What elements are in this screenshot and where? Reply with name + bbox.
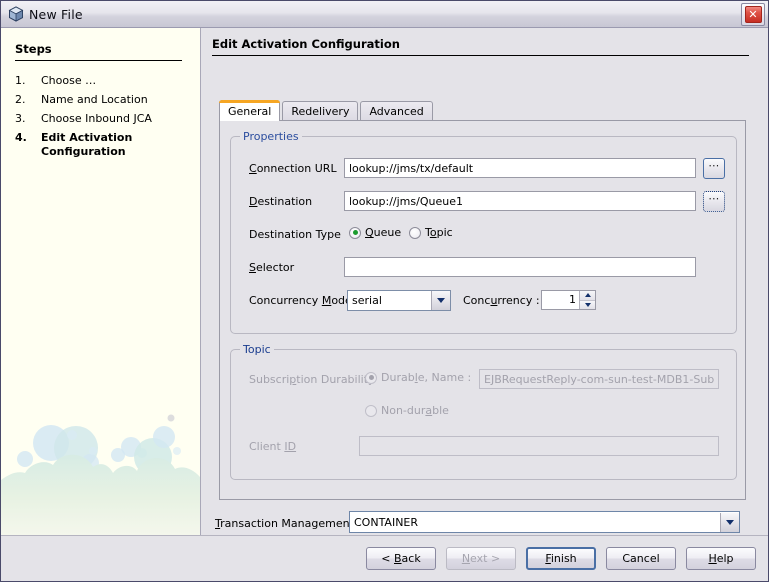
stepper-down-button[interactable] [580,300,595,309]
cancel-button[interactable]: Cancel [606,547,676,570]
next-button: Next > [446,547,516,570]
stepper-up-button[interactable] [580,291,595,301]
tab-strip: General Redelivery Advanced [219,100,749,121]
stepper-buttons [579,291,595,309]
properties-group: Properties Connection URL lookup://jms/t… [230,130,737,334]
step-label: Edit Activation Configuration [41,131,132,159]
steps-sidebar: Steps 1. Choose … 2. Name and Location 3… [1,28,201,535]
tab-redelivery[interactable]: Redelivery [282,101,359,121]
destination-browse-button[interactable]: ⋯ [703,191,725,212]
radio-icon [409,226,421,239]
transaction-management-value: CONTAINER [354,515,419,529]
tab-panel-general: Properties Connection URL lookup://jms/t… [219,120,746,500]
dialog-body: Steps 1. Choose … 2. Name and Location 3… [1,28,768,535]
selector-label: Selector [249,261,295,274]
destination-label: Destination [249,195,313,208]
caret-down-icon [584,302,591,307]
step-label-line2: Configuration [41,145,126,158]
step-number: 1. [15,74,26,87]
step-item-4[interactable]: 4. Edit Activation Configuration [15,131,200,159]
steps-heading: Steps [15,42,52,56]
step-label: Choose … [41,74,97,87]
step-item-3[interactable]: 3. Choose Inbound JCA [15,112,200,126]
concurrency-value: 1 [569,293,576,306]
topic-group: Topic Subscription Durability Durable, N… [230,343,737,480]
close-icon: ✕ [744,6,762,23]
tab-label: Advanced [369,105,424,118]
selector-input[interactable] [344,257,696,277]
help-button[interactable]: Help [686,547,756,570]
page-title-divider [212,55,749,56]
title-bar: New File ✕ [1,1,768,28]
tab-label: Redelivery [291,105,350,118]
close-button[interactable]: ✕ [741,3,765,26]
ellipsis-icon: ⋯ [708,192,720,205]
radio-label: Durable, Name : [381,371,472,384]
button-label: Next > [461,552,501,565]
connection-url-label: Connection URL [249,162,337,175]
tab-advanced[interactable]: Advanced [360,101,433,121]
concurrency-mode-label: Concurrency Mode [249,294,352,307]
page-title: Edit Activation Configuration [212,37,400,51]
topic-group-title: Topic [240,343,274,356]
destination-type-label: Destination Type [249,228,341,241]
step-label: Name and Location [41,93,148,106]
radio-destination-type-topic[interactable]: Topic [409,226,453,239]
client-id-label: Client ID [249,440,297,453]
radio-label: Topic [425,226,453,239]
subscription-durability-label: Subscription Durability [249,373,375,386]
step-label: Choose Inbound JCA [41,112,152,125]
button-label: Finish [545,552,577,565]
radio-durable: Durable, Name : [365,371,471,384]
connection-url-browse-button[interactable]: ⋯ [703,158,725,179]
dialog-button-bar: < Back Next > Finish Cancel Help [1,535,768,581]
connection-url-input[interactable]: lookup://jms/tx/default [344,158,696,178]
tab-label: General [228,104,272,118]
concurrency-stepper[interactable]: 1 [541,290,596,310]
caret-up-icon [584,293,591,298]
button-label: Help [708,552,734,565]
tab-general[interactable]: General [219,100,281,121]
step-item-2[interactable]: 2. Name and Location [15,93,200,107]
durable-name-input: EJBRequestReply-com-sun-test-MDB1-Sub [479,369,719,389]
step-number: 3. [15,112,26,125]
radio-label: Non-durable [381,404,449,417]
decorative-bubbles [1,414,200,535]
steps-divider [15,60,182,61]
ellipsis-icon: ⋯ [708,159,720,172]
cube-icon [8,6,24,22]
concurrency-mode-select[interactable]: serial [347,290,451,311]
transaction-management-label: Transaction Management: [215,517,358,530]
transaction-management-select[interactable]: CONTAINER [349,511,740,533]
destination-input[interactable]: lookup://jms/Queue1 [344,191,696,211]
chevron-down-icon [431,291,450,310]
radio-icon [365,404,377,417]
properties-group-title: Properties [240,130,302,143]
new-file-dialog: New File ✕ Steps 1. Choose … 2. Name and… [0,0,769,582]
step-item-1[interactable]: 1. Choose … [15,74,200,88]
concurrency-label: Concurrency : [463,294,540,307]
back-button[interactable]: < Back [366,547,436,570]
step-label-line1: Edit Activation [41,131,133,144]
finish-button[interactable]: Finish [526,547,596,570]
main-panel: Edit Activation Configuration General Re… [201,28,768,535]
radio-icon [365,371,377,384]
button-label: Cancel [622,552,660,565]
chevron-down-icon [720,512,739,532]
radio-non-durable: Non-durable [365,404,449,417]
concurrency-mode-value: serial [352,294,382,307]
step-number: 4. [15,131,27,144]
radio-label: Queue [365,226,402,239]
button-label: < Back [381,552,421,565]
client-id-input [359,436,719,456]
radio-destination-type-queue[interactable]: Queue [349,226,401,239]
window-title: New File [29,6,83,22]
radio-icon [349,226,361,239]
step-number: 2. [15,93,26,106]
